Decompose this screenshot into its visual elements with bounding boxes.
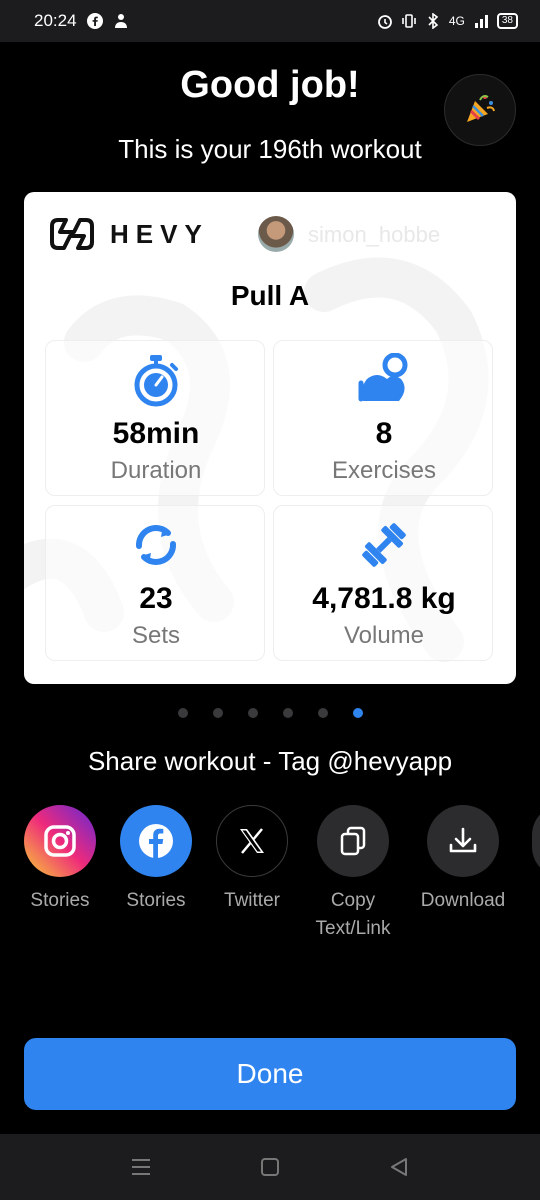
workout-name: Pull A xyxy=(230,280,310,311)
stopwatch-icon xyxy=(134,355,178,407)
share-label: Stories xyxy=(30,890,90,911)
status-bar: 20:24 4G 38 xyxy=(0,0,540,42)
workout-summary-card[interactable]: HEVY simon_hobbe Pull A 58min Duration 8… xyxy=(24,192,516,684)
copy-icon xyxy=(317,805,389,877)
page-dot[interactable] xyxy=(248,708,258,718)
repeat-icon xyxy=(136,525,176,565)
page-indicator xyxy=(178,708,363,718)
stat-label: Duration xyxy=(110,457,202,484)
avatar xyxy=(258,216,294,252)
share-label: Twitter xyxy=(224,890,280,911)
share-facebook-stories-button[interactable]: Stories xyxy=(106,805,206,915)
share-label: Download xyxy=(420,890,506,911)
more-share-options-partial[interactable] xyxy=(532,805,540,877)
stat-value: 4,781.8 kg xyxy=(312,582,456,615)
stat-value: 23 xyxy=(139,582,173,615)
share-title: Share workout - Tag @hevyapp xyxy=(87,746,453,776)
status-time: 20:24 xyxy=(34,11,77,30)
share-options: Stories Stories Twitter Copy Text/Link D… xyxy=(0,805,540,945)
stat-label: Exercises xyxy=(331,457,437,484)
share-instagram-stories-button[interactable]: Stories xyxy=(10,805,110,915)
dumbbell-icon xyxy=(362,523,406,567)
share-twitter-button[interactable]: Twitter xyxy=(202,805,302,915)
instagram-icon xyxy=(24,805,96,877)
stat-volume: 4,781.8 kg Volume xyxy=(273,505,493,661)
stat-exercises: 8 Exercises xyxy=(273,340,493,496)
bluetooth-icon xyxy=(425,13,441,29)
facebook-icon xyxy=(120,805,192,877)
download-button[interactable]: Download xyxy=(413,805,513,915)
stat-label: Sets xyxy=(131,622,181,649)
stat-sets: 23 Sets xyxy=(45,505,265,661)
page-dot[interactable] xyxy=(213,708,223,718)
notification-icon xyxy=(113,13,129,29)
stat-duration: 58min Duration xyxy=(45,340,265,496)
download-icon xyxy=(427,805,499,877)
battery-icon: 38 xyxy=(496,13,518,29)
system-nav-bar xyxy=(0,1134,540,1200)
x-icon xyxy=(216,805,288,877)
hevy-logo: HEVY xyxy=(48,216,209,252)
celebrate-button[interactable] xyxy=(444,74,516,146)
stat-value: 8 xyxy=(375,417,393,450)
username: simon_hobbe xyxy=(308,222,441,247)
copy-text-link-button[interactable]: Copy Text/Link xyxy=(303,805,403,943)
vibrate-icon xyxy=(401,13,417,29)
party-popper-icon xyxy=(463,91,497,130)
hevy-logo-icon xyxy=(50,218,94,250)
facebook-notification-icon xyxy=(86,13,103,29)
stat-label: Volume xyxy=(343,622,425,649)
network-label: 4G xyxy=(448,14,465,28)
page-dot[interactable] xyxy=(283,708,293,718)
back-icon[interactable] xyxy=(384,1154,414,1180)
brand-name: HEVY xyxy=(110,218,209,249)
menu-icon[interactable] xyxy=(126,1154,156,1180)
signal-icon xyxy=(473,13,489,29)
stat-value: 58min xyxy=(112,417,200,450)
muscle-icon xyxy=(358,353,408,402)
done-button[interactable]: Done xyxy=(24,1038,516,1110)
home-icon[interactable] xyxy=(255,1154,285,1180)
share-label: Stories xyxy=(126,890,186,911)
page-dot[interactable] xyxy=(178,708,188,718)
page-dot[interactable] xyxy=(318,708,328,718)
alarm-icon xyxy=(377,13,393,29)
page-dot-active[interactable] xyxy=(353,708,363,718)
share-label: Copy Text/Link xyxy=(315,890,391,939)
